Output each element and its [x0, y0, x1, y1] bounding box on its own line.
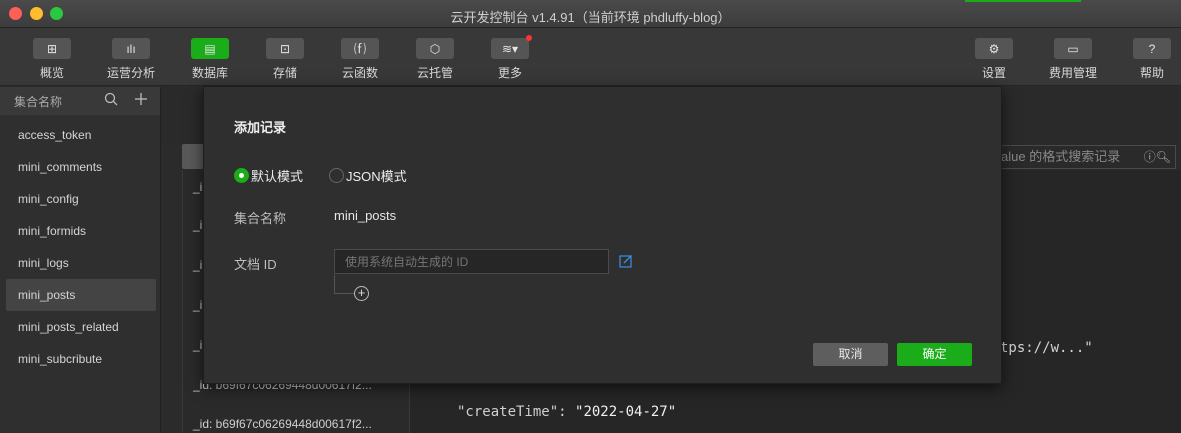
confirm-button[interactable]: 确定	[897, 343, 972, 366]
toolbar-cloud-hosting[interactable]: ⬡ 云托管	[405, 38, 465, 81]
layers-icon: ≋▾	[491, 35, 532, 59]
field-tree-connector	[334, 275, 354, 294]
toolbar-label: 云函数	[341, 66, 378, 80]
window-title: 云开发控制台 v1.4.91（当前环境 phdluffy-blog）	[450, 10, 731, 25]
json-fragment: tps://w..."	[1000, 340, 1093, 356]
mode-default-label: 默认模式	[251, 169, 304, 184]
gear-icon: ⚙	[975, 38, 1013, 59]
sidebar-item-mini-formids[interactable]: mini_formids	[6, 215, 156, 247]
toolbar-help[interactable]: ? 帮助	[1122, 38, 1181, 81]
notification-dot	[526, 35, 532, 41]
sidebar-item-mini-posts[interactable]: mini_posts	[6, 279, 156, 311]
sidebar-title: 集合名称	[14, 94, 63, 109]
doc-id-input[interactable]	[334, 249, 609, 274]
toolbar-label: 运营分析	[106, 66, 155, 80]
toolbar-label: 更多	[497, 66, 522, 80]
search-icon[interactable]	[102, 92, 120, 110]
mode-json-label: JSON模式	[346, 169, 407, 184]
collection-name-label: 集合名称	[234, 211, 287, 226]
toolbar-analytics[interactable]: ılı 运营分析	[101, 38, 161, 81]
dialog-title: 添加记录	[234, 120, 287, 135]
cube-icon: ⬡	[416, 38, 454, 59]
sidebar-item-mini-subcribute[interactable]: mini_subcribute	[6, 343, 156, 375]
toolbar-label: 云托管	[416, 66, 453, 80]
json-key: "createTime"	[457, 404, 559, 420]
toolbar-cloud-functions[interactable]: ⒡ 云函数	[330, 38, 390, 81]
cancel-button[interactable]: 取消	[813, 343, 888, 366]
grid-icon: ⊞	[33, 38, 71, 59]
toolbar-label: 费用管理	[1048, 66, 1097, 80]
function-icon: ⒡	[341, 38, 379, 59]
database-icon: ▤	[191, 38, 229, 59]
json-create-time: "createTime": "2022-04-27"	[457, 404, 677, 420]
help-icon: ?	[1133, 38, 1171, 59]
bar-chart-icon: ılı	[112, 38, 150, 59]
sidebar-item-mini-config[interactable]: mini_config	[6, 183, 156, 215]
sidebar-item-mini-logs[interactable]: mini_logs	[6, 247, 156, 279]
toolbar-label: 存储	[272, 66, 297, 80]
title-accent-strip	[965, 0, 1081, 2]
toolbar-storage[interactable]: ⊡ 存储	[255, 38, 315, 81]
toolbar-overview[interactable]: ⊞ 概览	[22, 38, 82, 81]
doc-id-label: 文档 ID	[234, 257, 277, 272]
record-row[interactable]: _i	[193, 218, 202, 232]
sidebar-item-mini-posts-related[interactable]: mini_posts_related	[6, 311, 156, 343]
collection-sidebar: 集合名称 access_token mini_comments mini_con…	[0, 87, 161, 433]
record-row[interactable]: _id: b69f67c06269448d00617f2...	[193, 417, 372, 431]
mode-radio-group: 默认模式 JSON模式	[234, 166, 433, 185]
toolbar-settings[interactable]: ⚙ 设置	[964, 38, 1024, 81]
storage-icon: ⊡	[266, 38, 304, 59]
record-row[interactable]: _i	[193, 180, 202, 194]
toolbar-label: 设置	[981, 66, 1006, 80]
record-row[interactable]: _i	[193, 298, 202, 312]
billing-icon: ▭	[1054, 38, 1092, 59]
json-value: "2022-04-27"	[575, 404, 677, 420]
main-toolbar: ⊞ 概览 ılı 运营分析 ▤ 数据库 ⊡ 存储 ⒡ 云函数 ⬡ 云托管 ≋▾	[0, 28, 1181, 86]
toolbar-label: 数据库	[191, 66, 228, 80]
toolbar-database[interactable]: ▤ 数据库	[180, 38, 240, 81]
sidebar-item-mini-comments[interactable]: mini_comments	[6, 151, 156, 183]
app-window: 云开发控制台 v1.4.91（当前环境 phdluffy-blog） ⊞ 概览 …	[0, 0, 1181, 433]
collection-name-value: mini_posts	[334, 208, 397, 223]
add-icon[interactable]	[132, 92, 150, 110]
radio-unchecked-icon[interactable]	[329, 168, 345, 183]
sidebar-item-access-token[interactable]: access_token	[6, 119, 156, 151]
mode-default-option[interactable]: 默认模式	[234, 166, 303, 185]
mode-json-option[interactable]: JSON模式	[329, 166, 407, 185]
toolbar-more[interactable]: ≋▾ 更多	[480, 35, 540, 81]
record-search-input[interactable]: alue 的格式搜索记录 ⓘ🔍︎	[996, 145, 1176, 169]
sidebar-header: 集合名称	[0, 87, 160, 115]
record-search-placeholder: alue 的格式搜索记录	[1001, 149, 1121, 164]
title-bar: 云开发控制台 v1.4.91（当前环境 phdluffy-blog）	[0, 0, 1181, 28]
layers-icon-glyph: ≋▾	[501, 41, 519, 56]
edit-icon[interactable]	[619, 254, 633, 268]
toolbar-billing[interactable]: ▭ 费用管理	[1043, 38, 1103, 81]
search-help-icon[interactable]: ⓘ🔍︎	[1144, 146, 1171, 168]
collection-list: access_token mini_comments mini_config m…	[0, 119, 160, 375]
record-row[interactable]: _i	[193, 338, 202, 352]
record-row[interactable]: _i	[193, 258, 202, 272]
toolbar-label: 帮助	[1139, 66, 1164, 80]
add-record-dialog: 添加记录 默认模式 JSON模式 集合名称 mini_posts 文档 ID +…	[203, 86, 1002, 384]
toolbar-label: 概览	[39, 66, 64, 80]
radio-checked-icon[interactable]	[234, 168, 249, 183]
add-field-icon[interactable]: +	[354, 286, 369, 301]
